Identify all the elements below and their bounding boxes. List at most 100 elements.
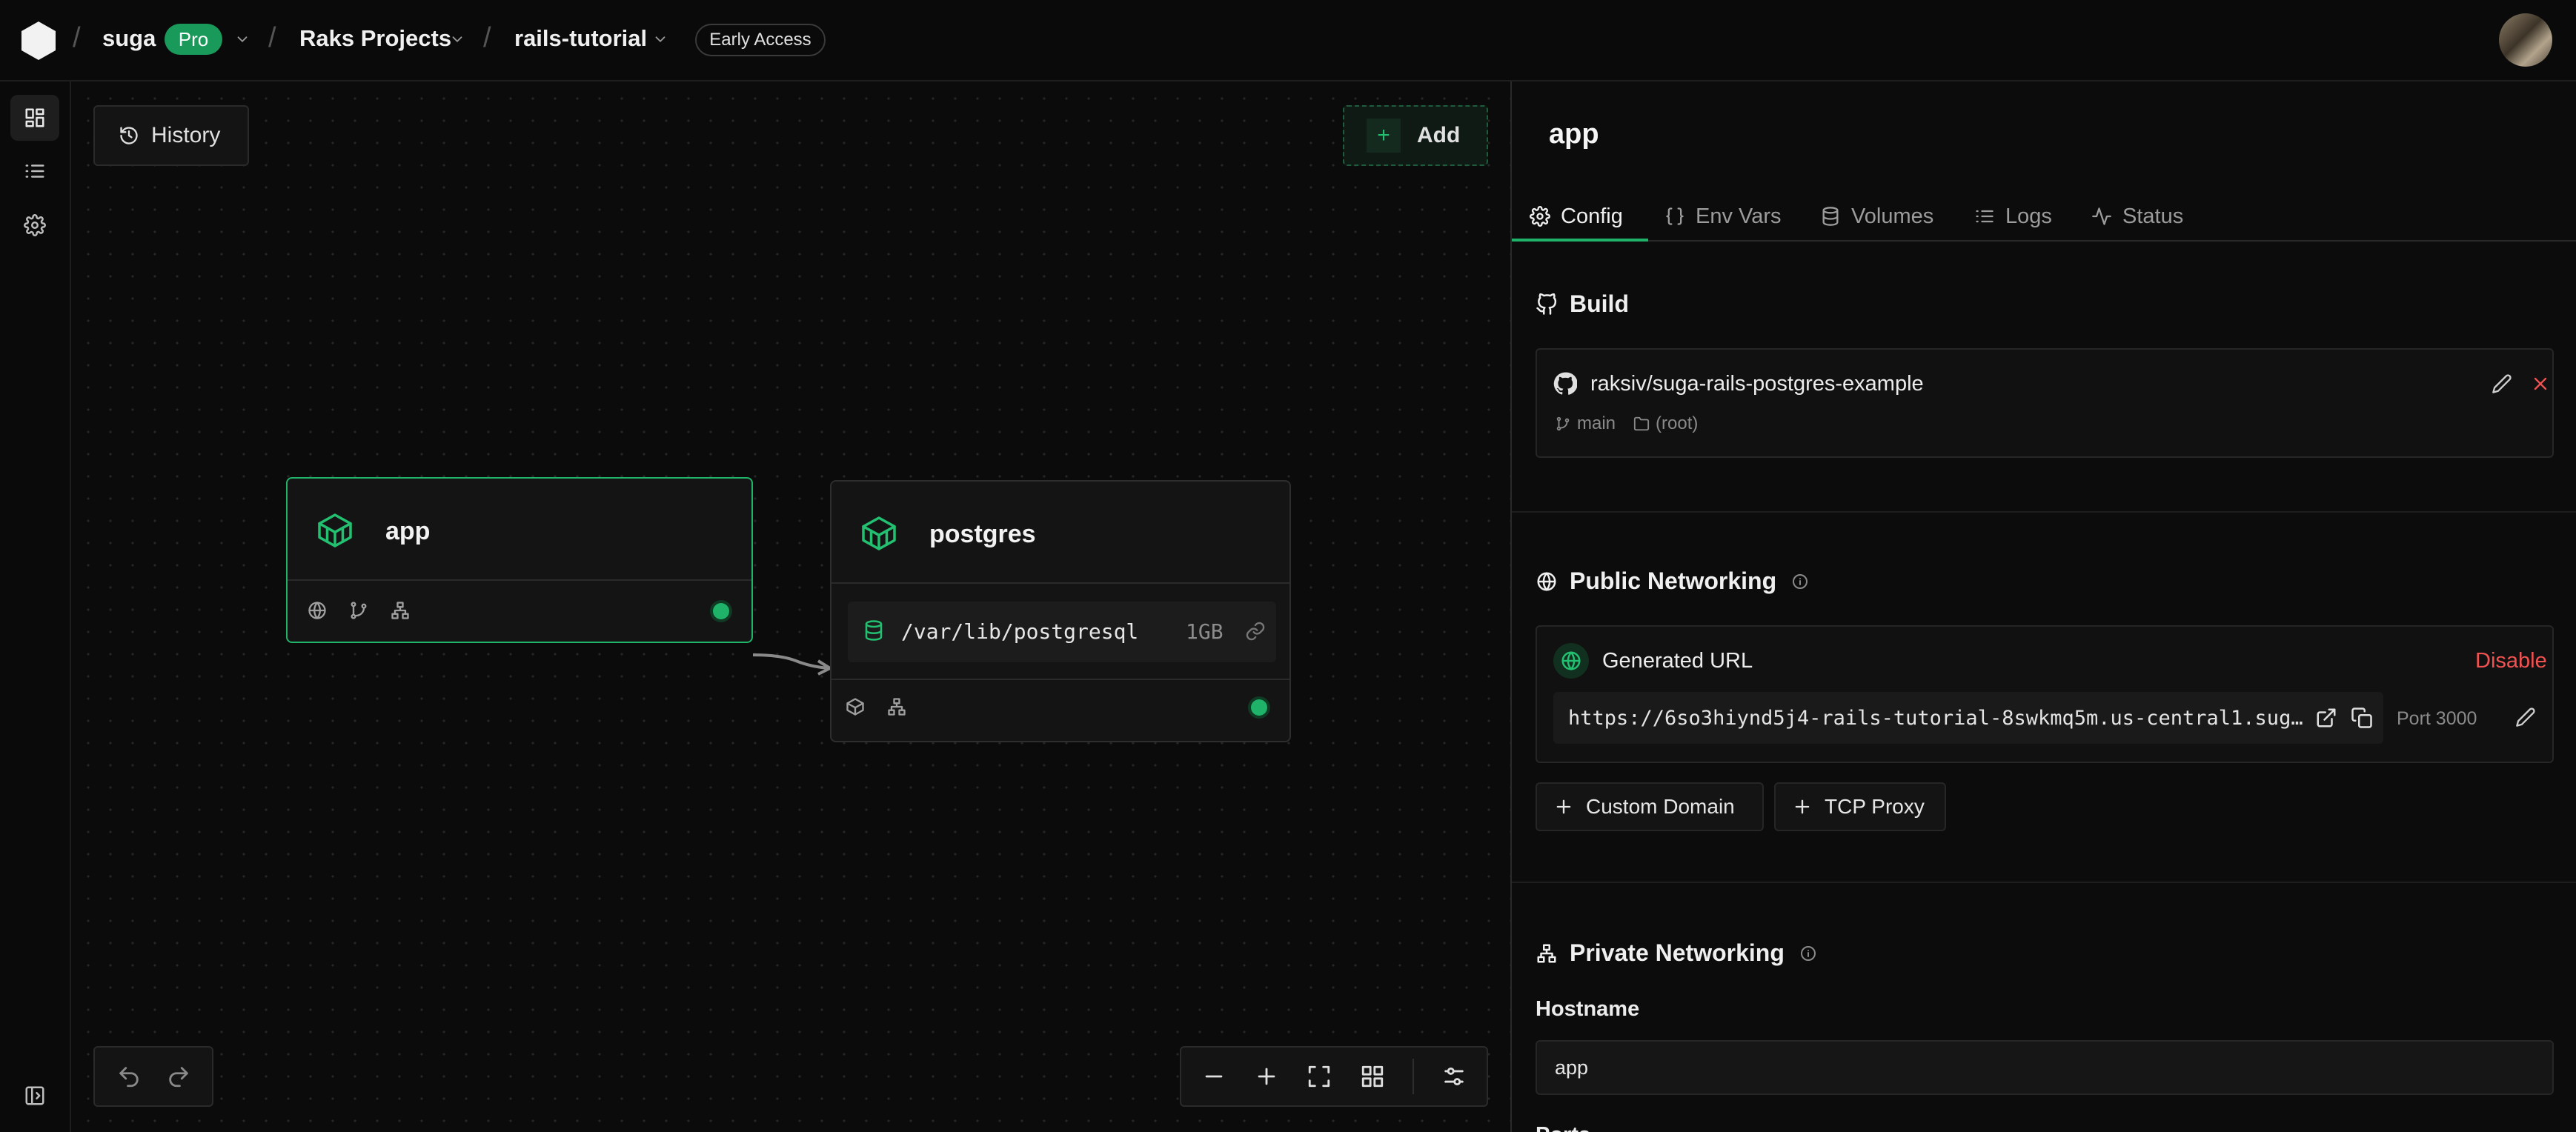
architecture-canvas[interactable]: History + Add app postgres /var/lib/post…	[71, 81, 1510, 1132]
dashboard-grid-icon	[24, 107, 46, 129]
undo-icon[interactable]	[116, 1064, 142, 1089]
service-node-app[interactable]: app	[286, 477, 753, 643]
canvas-view-button[interactable]	[10, 95, 59, 141]
project-name[interactable]: Raks Projects	[299, 25, 451, 52]
toggle-sidebar-button[interactable]	[10, 1073, 59, 1119]
plus-icon: +	[1367, 119, 1401, 153]
globe-icon	[307, 600, 328, 621]
history-button[interactable]: History	[93, 105, 249, 166]
folder-icon	[1633, 416, 1656, 432]
node-feature-icons	[307, 600, 411, 621]
disable-button[interactable]: Disable	[2475, 649, 2547, 673]
external-link-icon[interactable]	[2315, 707, 2337, 729]
node-title: postgres	[929, 520, 1036, 548]
environment-chevron-down-icon[interactable]	[652, 31, 668, 47]
workspace-name[interactable]: suga	[102, 25, 156, 52]
branch-name: main	[1577, 413, 1616, 433]
plan-badge: Pro	[165, 24, 222, 55]
node-header: app	[288, 479, 751, 581]
public-networking-title: Public Networking	[1570, 567, 1777, 594]
add-label: Add	[1417, 123, 1461, 147]
generated-url-card: Generated URL Disable https://6so3hiynd5…	[1536, 625, 2554, 763]
tab-config-label: Config	[1561, 204, 1623, 228]
fit-view-icon[interactable]	[1307, 1064, 1332, 1089]
project-chevron-down-icon[interactable]	[449, 31, 465, 47]
tab-env-vars-label: Env Vars	[1696, 204, 1782, 228]
repo-meta: main (root)	[1555, 413, 1716, 434]
sidebar-panel-icon	[24, 1085, 46, 1107]
tab-config[interactable]: Config	[1530, 193, 1623, 240]
early-access-badge: Early Access	[695, 24, 826, 56]
repo-name[interactable]: raksiv/suga-rails-postgres-example	[1590, 372, 1924, 396]
tab-env-vars[interactable]: Env Vars	[1664, 193, 1782, 240]
github-icon	[1553, 372, 1577, 396]
custom-domain-button[interactable]: Custom Domain	[1536, 782, 1764, 831]
undo-redo-controls	[93, 1046, 213, 1107]
gear-icon	[24, 214, 46, 236]
private-networking-title: Private Networking	[1570, 939, 1785, 966]
edit-pencil-icon[interactable]	[2492, 373, 2512, 394]
port-label: Port 3000	[2397, 708, 2477, 729]
history-icon	[119, 125, 139, 146]
tab-logs[interactable]: Logs	[1974, 193, 2052, 240]
tab-volumes[interactable]: Volumes	[1820, 193, 1933, 240]
canvas-zoom-controls	[1180, 1046, 1488, 1107]
plus-icon	[1553, 796, 1586, 817]
edit-pencil-icon[interactable]	[2515, 707, 2536, 728]
status-running-indicator	[1251, 699, 1267, 716]
network-icon	[1536, 942, 1570, 965]
zoom-in-icon[interactable]	[1254, 1064, 1279, 1089]
volume-path: /var/lib/postgresql	[901, 619, 1139, 644]
tab-logs-label: Logs	[2005, 204, 2052, 228]
node-header: postgres	[831, 482, 1289, 584]
user-avatar[interactable]	[2499, 13, 2552, 67]
branch-info: main	[1555, 413, 1616, 434]
plus-icon	[1792, 796, 1825, 817]
info-icon[interactable]	[1791, 573, 1821, 590]
close-icon[interactable]	[2530, 373, 2551, 394]
node-footer	[831, 679, 1289, 741]
globe-icon	[1553, 643, 1589, 679]
braces-icon	[1664, 206, 1696, 227]
generated-url[interactable]: https://6so3hiynd5j4-rails-tutorial-8swk…	[1568, 707, 2309, 730]
service-node-postgres[interactable]: postgres /var/lib/postgresql 1GB	[830, 480, 1291, 742]
sliders-icon[interactable]	[1441, 1064, 1467, 1089]
directory-name: (root)	[1656, 413, 1699, 433]
tab-status[interactable]: Status	[2091, 193, 2183, 240]
directory-info: (root)	[1633, 413, 1698, 434]
globe-icon	[1536, 570, 1570, 593]
network-icon	[886, 696, 907, 717]
grid-layout-icon[interactable]	[1360, 1064, 1385, 1089]
divider	[1412, 1059, 1414, 1094]
repo-card: raksiv/suga-rails-postgres-example main …	[1536, 348, 2554, 458]
tcp-proxy-label: TCP Proxy	[1825, 795, 1925, 818]
zoom-out-icon[interactable]	[1201, 1064, 1226, 1089]
environment-name[interactable]: rails-tutorial	[514, 25, 647, 52]
package-icon	[845, 696, 866, 717]
list-view-button[interactable]	[10, 148, 59, 194]
panel-title: app	[1549, 119, 1599, 150]
hostname-label: Hostname	[1536, 997, 1640, 1021]
suga-logo-icon[interactable]	[19, 20, 58, 61]
settings-button[interactable]	[10, 202, 59, 248]
left-rail	[0, 81, 71, 1132]
copy-icon[interactable]	[2351, 707, 2373, 729]
add-resource-button[interactable]: + Add	[1343, 105, 1488, 166]
public-networking-section-title: Public Networking	[1536, 567, 1821, 595]
container-icon	[314, 510, 356, 551]
breadcrumb-separator: /	[268, 22, 276, 53]
status-running-indicator	[713, 603, 729, 619]
workspace-chevron-down-icon[interactable]	[234, 31, 250, 47]
build-title: Build	[1570, 290, 1629, 317]
build-section-title: Build	[1536, 290, 1629, 318]
info-icon[interactable]	[1799, 945, 1829, 962]
tab-volumes-label: Volumes	[1851, 204, 1934, 228]
git-branch-icon	[348, 600, 369, 621]
hostname-input[interactable]	[1536, 1040, 2554, 1095]
top-bar: / suga Pro / Raks Projects / rails-tutor…	[0, 0, 2576, 81]
database-icon	[1820, 206, 1851, 227]
tcp-proxy-button[interactable]: TCP Proxy	[1774, 782, 1946, 831]
redo-icon[interactable]	[166, 1064, 191, 1089]
section-divider	[1512, 511, 2576, 513]
volume-row[interactable]: /var/lib/postgresql 1GB	[848, 602, 1276, 662]
